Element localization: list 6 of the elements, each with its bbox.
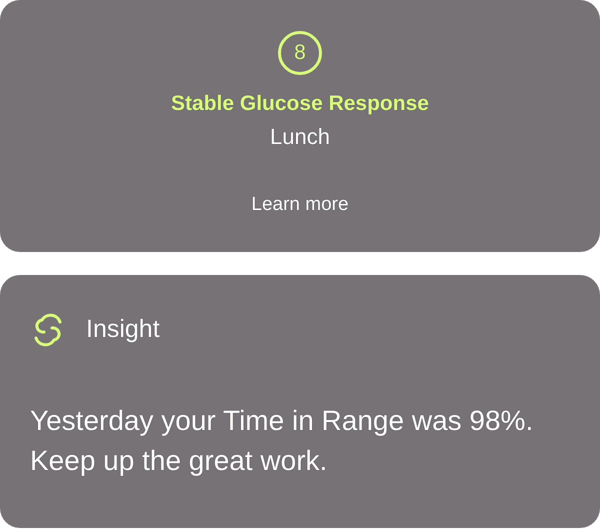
meal-label: Lunch	[270, 123, 330, 151]
insight-label: Insight	[86, 314, 160, 345]
insight-message: Yesterday your Time in Range was 98%. Keep up the great work.	[30, 404, 534, 478]
score-title: Stable Glucose Response	[171, 91, 429, 117]
score-badge: 8	[278, 31, 322, 75]
learn-more-link[interactable]: Learn more	[251, 190, 349, 220]
